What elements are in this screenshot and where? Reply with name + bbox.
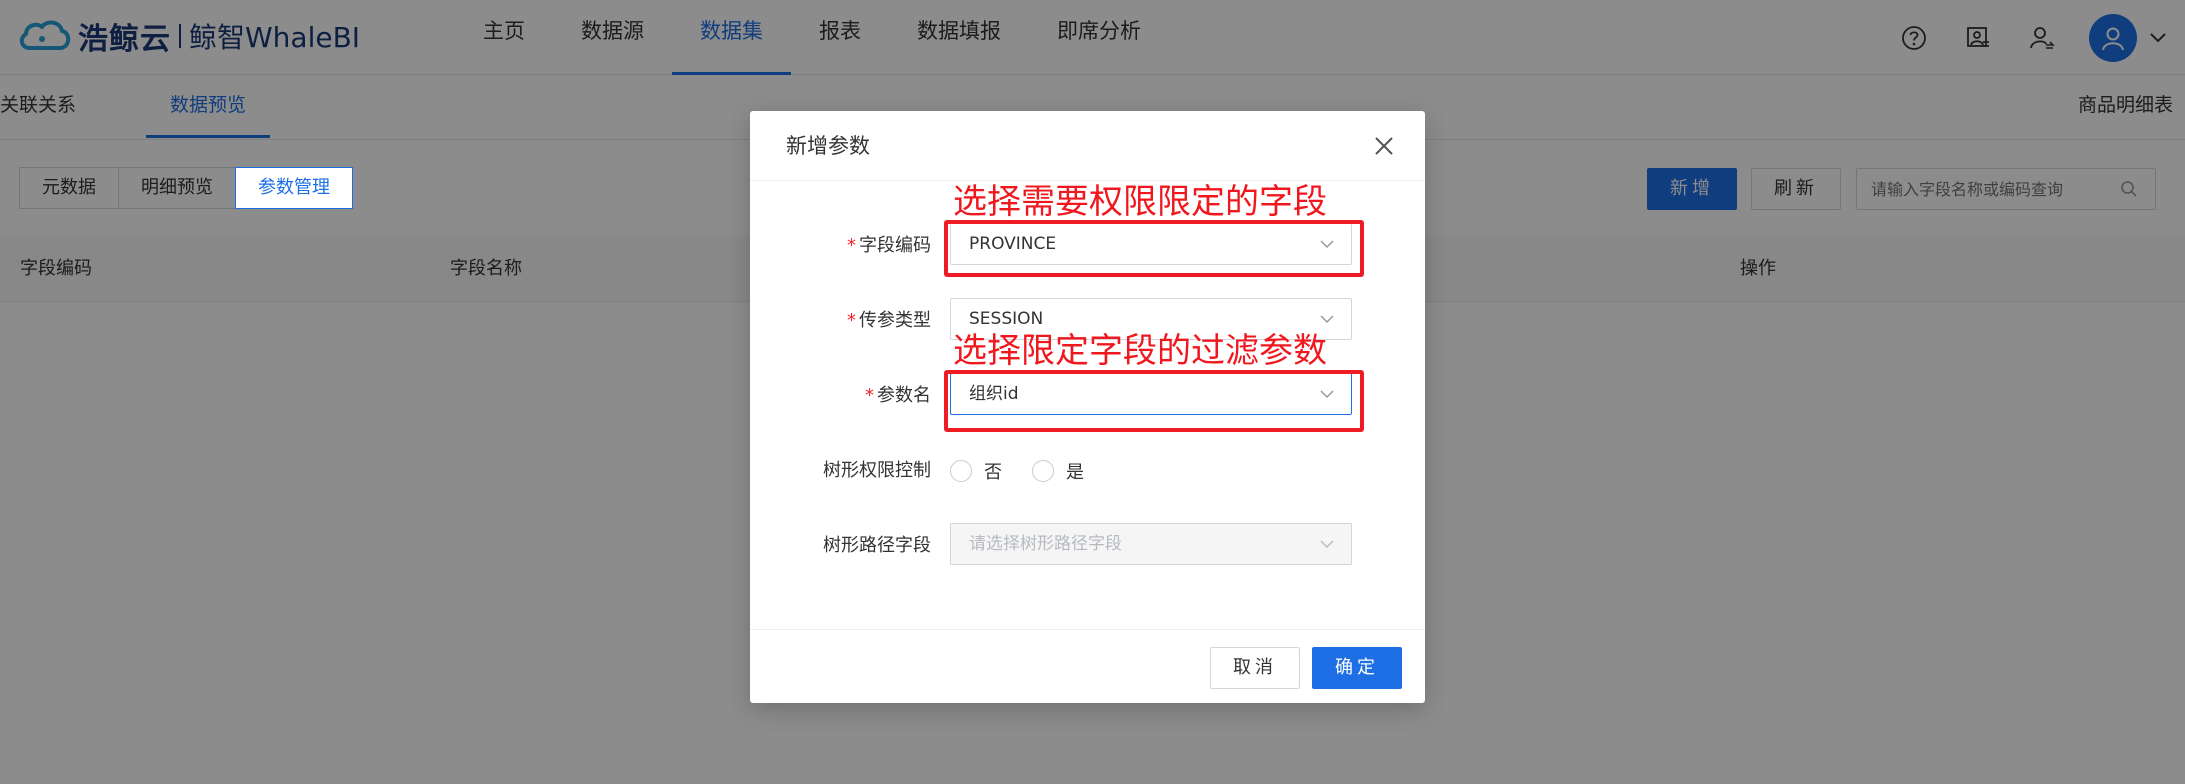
dialog-title: 新增参数 (786, 134, 870, 158)
required-mark: * (865, 385, 874, 406)
segment-param-management[interactable]: 参数管理 (235, 167, 353, 209)
close-icon[interactable] (1373, 135, 1395, 157)
field-code-label: * 字段编码 (847, 235, 931, 256)
tree-path-placeholder: 请选择树形路径字段 (969, 534, 1122, 554)
tree-control-label: 树形权限控制 (823, 460, 931, 481)
radio-yes-circle[interactable] (1032, 460, 1054, 482)
param-type-label: * 传参类型 (847, 310, 931, 331)
tree-control-radio-group: 否 是 (950, 448, 1114, 494)
radio-no-label: 否 (984, 462, 1002, 483)
annotation-param-hint: 选择限定字段的过滤参数 (953, 331, 1327, 371)
cancel-button[interactable]: 取消 (1210, 647, 1300, 689)
form-row-tree-control: 树形权限控制 否 是 (750, 448, 1425, 494)
tree-path-select[interactable]: 请选择树形路径字段 (950, 523, 1352, 565)
dialog-header: 新增参数 (750, 111, 1425, 181)
tree-path-label: 树形路径字段 (823, 535, 931, 556)
confirm-button[interactable]: 确定 (1312, 647, 1402, 689)
param-name-label: * 参数名 (865, 385, 931, 406)
required-mark: * (847, 310, 856, 331)
annotation-box-param-name (944, 370, 1364, 432)
form-row-tree-path: 树形路径字段 请选择树形路径字段 (750, 523, 1425, 569)
annotation-field-hint: 选择需要权限限定的字段 (953, 182, 1327, 222)
radio-yes-label: 是 (1066, 462, 1084, 483)
required-mark: * (847, 235, 856, 256)
annotation-box-field-code (944, 220, 1364, 277)
radio-yes[interactable]: 是 (1032, 458, 1084, 484)
radio-no-circle[interactable] (950, 460, 972, 482)
dialog-footer: 取消 确定 (750, 629, 1425, 703)
radio-no[interactable]: 否 (950, 458, 1002, 484)
chevron-down-icon (1320, 540, 1334, 549)
